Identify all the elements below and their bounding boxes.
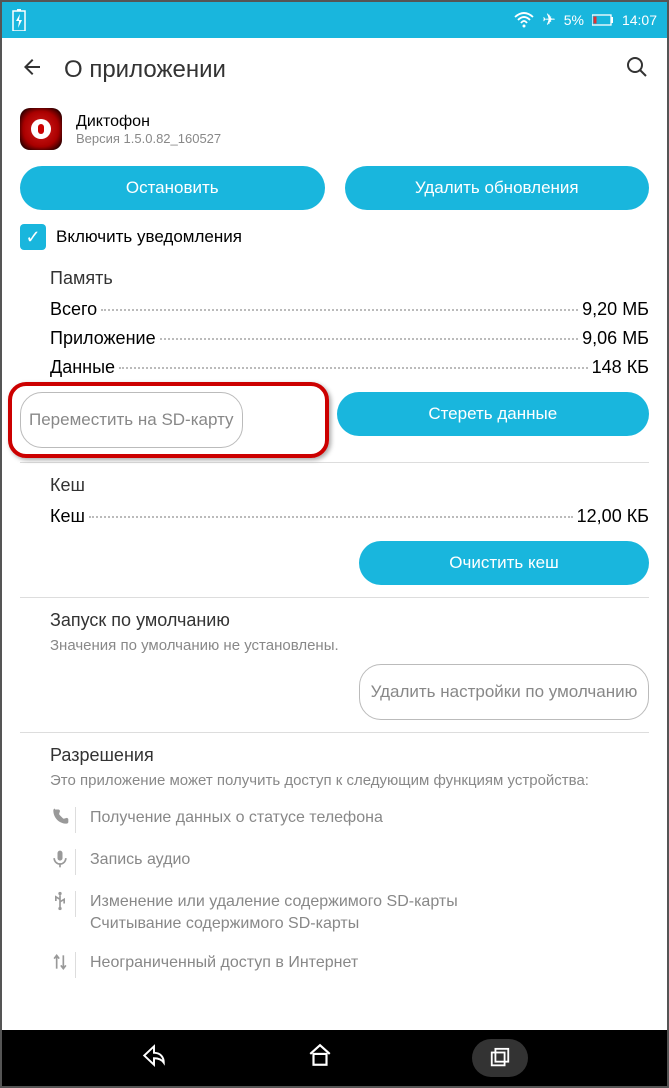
memory-app-row: Приложение 9,06 МБ — [50, 324, 649, 353]
cache-row: Кеш 12,00 КБ — [50, 502, 649, 531]
nav-back-icon[interactable] — [141, 1042, 167, 1074]
usb-icon — [50, 891, 76, 917]
phone-icon — [50, 807, 76, 833]
permission-text: Получение данных о статусе телефона — [90, 807, 383, 829]
clear-data-button[interactable]: Стереть данные — [337, 392, 650, 436]
clear-cache-button[interactable]: Очистить кеш — [359, 541, 649, 585]
airplane-mode-icon: ✈ — [542, 10, 555, 30]
page-title: О приложении — [64, 56, 605, 84]
memory-total-row: Всего 9,20 МБ — [50, 295, 649, 324]
permission-text: Изменение или удаление содержимого SD-ка… — [90, 891, 458, 936]
mic-icon — [50, 849, 76, 875]
app-info-row: Диктофон Версия 1.5.0.82_160527 — [20, 102, 649, 166]
navigation-bar — [2, 1030, 667, 1086]
permission-text: Запись аудио — [90, 849, 190, 871]
delete-updates-button[interactable]: Удалить обновления — [345, 166, 650, 210]
battery-charging-icon — [12, 9, 26, 31]
app-header: О приложении — [2, 38, 667, 102]
permissions-section-title: Разрешения — [50, 745, 649, 766]
cache-section-title: Кеш — [50, 475, 649, 496]
stop-button[interactable]: Остановить — [20, 166, 325, 210]
back-arrow-icon[interactable] — [20, 55, 44, 86]
search-icon[interactable] — [625, 55, 649, 86]
nav-recent-icon[interactable] — [472, 1039, 528, 1077]
permission-row-network: Неограниченный доступ в Интернет — [50, 944, 649, 986]
network-icon — [50, 952, 76, 978]
enable-notifications-label: Включить уведомления — [56, 227, 242, 247]
wifi-icon — [514, 12, 534, 28]
checkbox-checked-icon[interactable]: ✓ — [20, 224, 46, 250]
permission-row-usb: Изменение или удаление содержимого SD-ка… — [50, 883, 649, 944]
move-to-sd-button[interactable]: Переместить на SD-карту — [20, 392, 243, 448]
permissions-subtitle: Это приложение может получить доступ к с… — [50, 772, 649, 789]
memory-data-row: Данные 148 КБ — [50, 353, 649, 382]
defaults-section-title: Запуск по умолчанию — [50, 610, 649, 631]
delete-defaults-button[interactable]: Удалить настройки по умолчанию — [359, 664, 649, 720]
app-version: Версия 1.5.0.82_160527 — [76, 131, 221, 146]
defaults-subtitle: Значения по умолчанию не установлены. — [50, 637, 649, 654]
memory-section-title: Память — [50, 268, 649, 289]
battery-percent: 5% — [564, 12, 584, 28]
app-name: Диктофон — [76, 113, 221, 131]
permission-text: Неограниченный доступ в Интернет — [90, 952, 358, 974]
battery-level-icon — [592, 14, 614, 26]
app-icon — [20, 108, 62, 150]
permission-row-mic: Запись аудио — [50, 841, 649, 883]
status-bar: ✈ 5% 14:07 — [2, 2, 667, 38]
nav-home-icon[interactable] — [307, 1042, 333, 1074]
enable-notifications-row[interactable]: ✓ Включить уведомления — [20, 224, 649, 250]
permission-row-phone: Получение данных о статусе телефона — [50, 799, 649, 841]
clock: 14:07 — [622, 12, 657, 28]
